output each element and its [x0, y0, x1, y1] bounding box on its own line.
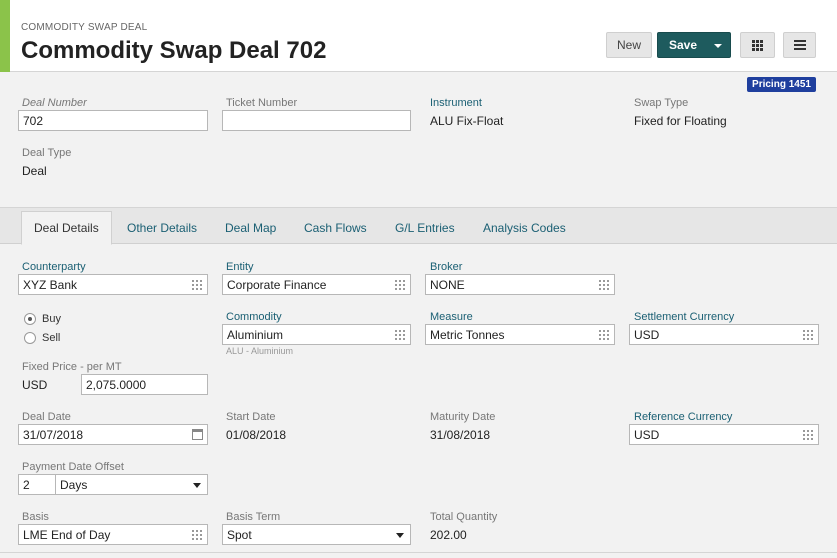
fixed-price-currency: USD [22, 378, 48, 392]
measure-field[interactable]: Metric Tonnes [425, 324, 615, 345]
reference-currency-field[interactable]: USD [629, 424, 819, 445]
broker-value: NONE [430, 278, 465, 292]
counterparty-label: Counterparty [22, 261, 86, 273]
tab-other-details[interactable]: Other Details [115, 211, 209, 245]
deal-date-label: Deal Date [22, 411, 71, 423]
save-button-label: Save [669, 38, 698, 52]
settlement-currency-field[interactable]: USD [629, 324, 819, 345]
tab-deal-details[interactable]: Deal Details [21, 211, 112, 245]
basis-label: Basis [22, 511, 49, 523]
buy-radio[interactable]: Buy [24, 313, 61, 325]
deal-date-field[interactable]: 31/07/2018 [18, 424, 208, 445]
basis-term-value: Spot [227, 528, 252, 542]
basis-field[interactable]: LME End of Day [18, 524, 208, 545]
measure-label: Measure [430, 311, 473, 323]
deal-number-field[interactable]: 702 [18, 110, 208, 131]
basis-term-label: Basis Term [226, 511, 281, 523]
entity-field[interactable]: Corporate Finance [222, 274, 411, 295]
basis-term-select[interactable]: Spot [222, 524, 411, 545]
save-button[interactable]: Save [657, 32, 731, 58]
accent-bar [0, 0, 10, 72]
entity-label: Entity [226, 261, 254, 273]
settlement-currency-value: USD [634, 328, 660, 342]
deal-type-value: Deal [22, 164, 47, 178]
sell-radio[interactable]: Sell [24, 332, 60, 344]
swap-type-label: Swap Type [634, 97, 689, 109]
ticket-number-field[interactable] [222, 110, 411, 131]
basis-value: LME End of Day [23, 528, 111, 542]
total-quantity-value: 202.00 [430, 528, 467, 542]
payment-offset-label: Payment Date Offset [22, 461, 124, 473]
instrument-value: ALU Fix-Float [430, 114, 504, 128]
fixed-price-label: Fixed Price - per MT [22, 361, 122, 373]
start-date-label: Start Date [226, 411, 276, 423]
deal-date-value: 31/07/2018 [23, 428, 84, 442]
tab-gl-entries[interactable]: G/L Entries [383, 211, 467, 245]
buy-label: Buy [42, 313, 61, 325]
radio-unselected-icon [24, 332, 36, 344]
broker-field[interactable]: NONE [425, 274, 615, 295]
tab-bar: Deal Details Other Details Deal Map Cash… [0, 207, 837, 245]
ticket-number-label: Ticket Number [226, 97, 298, 109]
payment-offset-unit-value: Days [60, 478, 88, 492]
chevron-down-icon[interactable] [714, 44, 722, 48]
commodity-label: Commodity [226, 311, 282, 323]
lookup-icon[interactable] [599, 280, 609, 290]
status-badge[interactable]: Pricing 1451 [747, 77, 816, 92]
grid-icon [752, 39, 763, 51]
settlement-currency-label: Settlement Currency [634, 311, 735, 323]
hamburger-icon [793, 40, 806, 50]
start-date-value: 01/08/2018 [226, 428, 287, 442]
new-button[interactable]: New [606, 32, 652, 58]
payment-offset-unit-select[interactable]: Days [55, 474, 208, 495]
divider [0, 552, 837, 553]
lookup-icon[interactable] [395, 330, 405, 340]
page-title: Commodity Swap Deal 702 [21, 37, 327, 64]
total-quantity-label: Total Quantity [430, 511, 498, 523]
calendar-icon[interactable] [192, 429, 203, 440]
radio-selected-icon [24, 313, 36, 325]
lookup-icon[interactable] [803, 330, 813, 340]
counterparty-value: XYZ Bank [23, 278, 78, 292]
maturity-date-value: 31/08/2018 [430, 428, 491, 442]
fixed-price-field[interactable]: 2,075.0000 [81, 374, 208, 395]
measure-value: Metric Tonnes [430, 328, 505, 342]
caret-down-icon [396, 533, 404, 538]
reference-currency-label: Reference Currency [634, 411, 733, 423]
tab-deal-map[interactable]: Deal Map [213, 211, 288, 245]
reference-currency-value: USD [634, 428, 660, 442]
lookup-icon[interactable] [192, 280, 202, 290]
commodity-hint: ALU - Aluminium [226, 346, 294, 356]
lookup-icon[interactable] [803, 430, 813, 440]
instrument-label: Instrument [430, 97, 482, 109]
grid-view-button[interactable] [740, 32, 775, 58]
swap-type-value: Fixed for Floating [634, 114, 727, 128]
lookup-icon[interactable] [395, 280, 405, 290]
payment-offset-field[interactable]: 2 [18, 474, 56, 495]
menu-button[interactable] [783, 32, 816, 58]
entity-value: Corporate Finance [227, 278, 327, 292]
caret-down-icon [193, 483, 201, 488]
commodity-field[interactable]: Aluminium [222, 324, 411, 345]
lookup-icon[interactable] [599, 330, 609, 340]
lookup-icon[interactable] [192, 530, 202, 540]
commodity-value: Aluminium [227, 328, 284, 342]
broker-label: Broker [430, 261, 463, 273]
tab-cash-flows[interactable]: Cash Flows [292, 211, 379, 245]
page-header: COMMODITY SWAP DEAL Commodity Swap Deal … [0, 0, 837, 72]
deal-number-label: Deal Number [22, 97, 87, 109]
counterparty-field[interactable]: XYZ Bank [18, 274, 208, 295]
deal-type-label: Deal Type [22, 147, 72, 159]
record-type-label: COMMODITY SWAP DEAL [21, 22, 148, 33]
sell-label: Sell [42, 332, 61, 344]
maturity-date-label: Maturity Date [430, 411, 496, 423]
tab-analysis-codes[interactable]: Analysis Codes [471, 211, 578, 245]
